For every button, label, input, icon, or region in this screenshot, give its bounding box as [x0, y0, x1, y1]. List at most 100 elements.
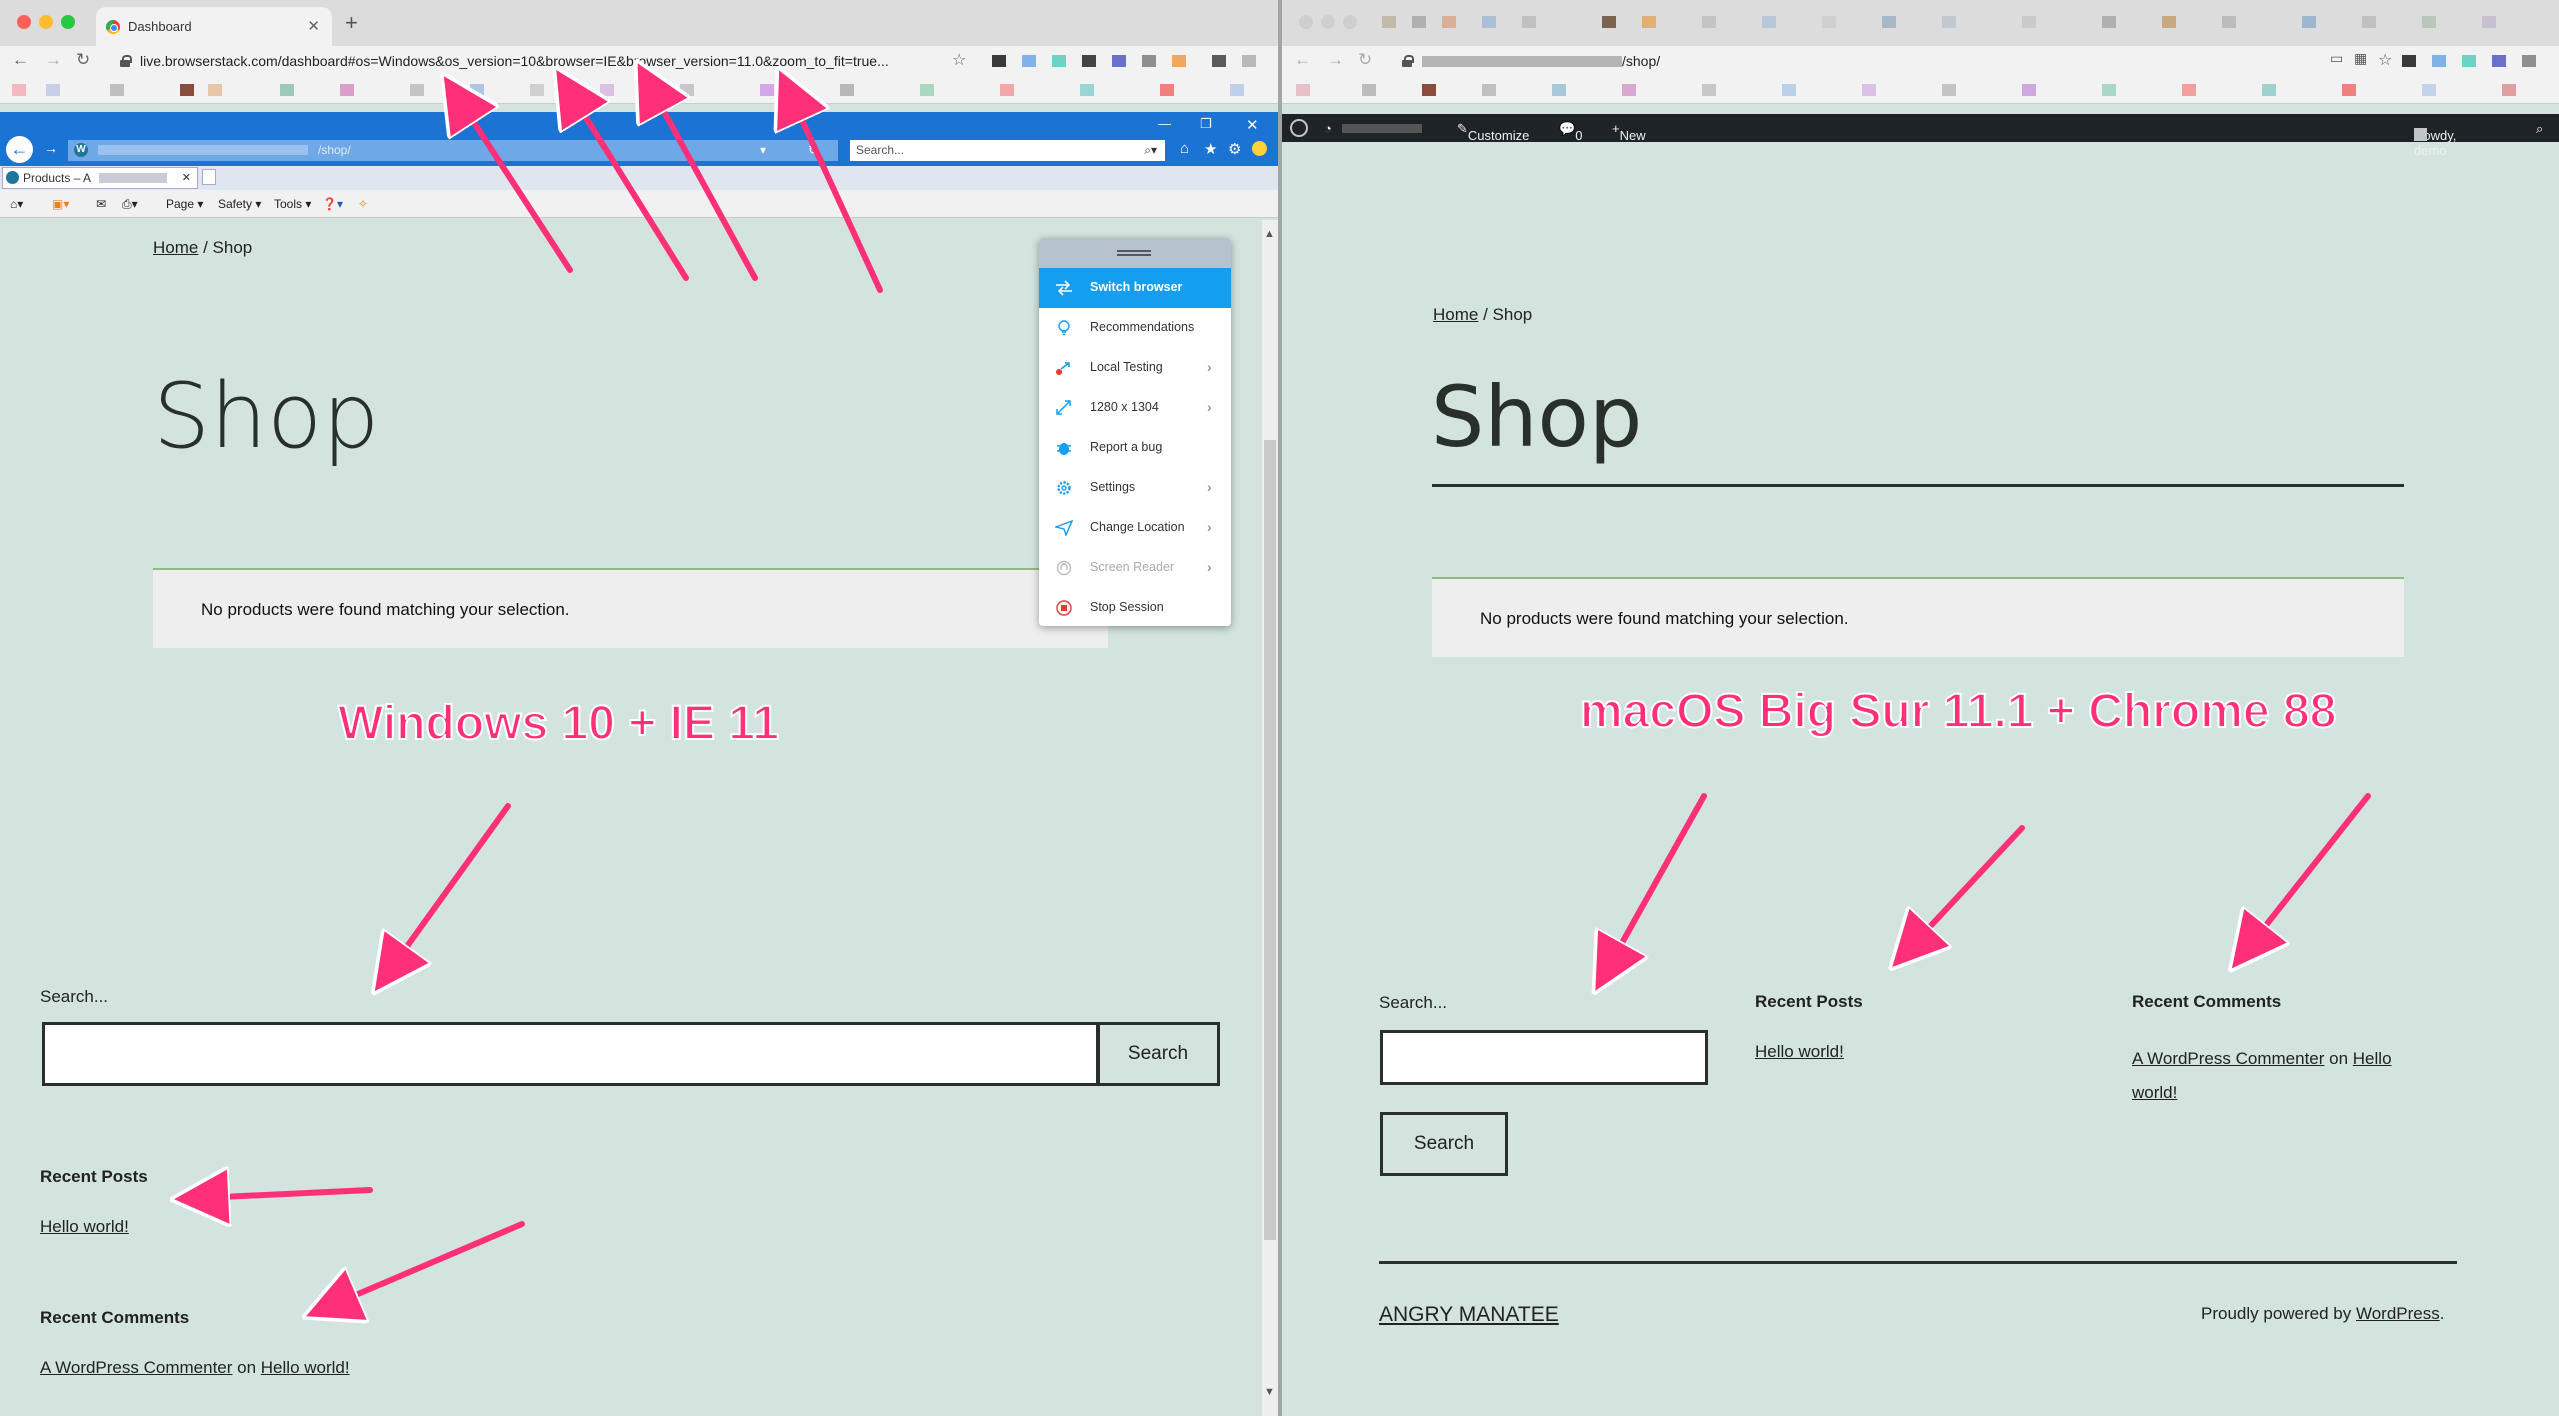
ie-restore-icon[interactable]: ❐	[1200, 116, 1212, 132]
forward-icon[interactable]: →	[45, 50, 62, 70]
address-bar-right[interactable]: /shop/	[1392, 48, 2512, 75]
menu-item-local-testing[interactable]: Local Testing ›	[1039, 348, 1231, 388]
comment-post-link-right-2[interactable]: world!	[2132, 1083, 2177, 1102]
customize-link[interactable]: ✎ Customize	[1457, 121, 1529, 143]
new-tab-button[interactable]: +	[345, 10, 358, 36]
ie-settings-gear-icon[interactable]: ⚙	[1228, 140, 1241, 158]
bookmark-star-icon[interactable]: ☆	[952, 50, 966, 70]
ie-forward-icon[interactable]: →	[44, 140, 58, 156]
page-title-right: Shop	[1431, 368, 1643, 466]
wordpress-link[interactable]: WordPress	[2356, 1304, 2440, 1323]
ie-close-tab-icon[interactable]: ✕	[182, 168, 191, 188]
stop-icon	[1055, 600, 1073, 616]
breadcrumb-home-link[interactable]: Home	[153, 238, 198, 257]
minimize-window-button-right[interactable]	[1321, 15, 1335, 29]
comment-post-link[interactable]: Hello world!	[261, 1358, 350, 1377]
menu-item-stop-session[interactable]: Stop Session	[1039, 588, 1231, 628]
comment-author-link-right[interactable]: A WordPress Commenter	[2132, 1049, 2324, 1068]
breadcrumb-right: Home / Shop	[1433, 305, 1533, 324]
ie-command-bar: ⌂▾ ▣▾ ✉ ⎙▾ Page ▾ Safety ▾ Tools ▾ ❓▾ ✧	[0, 190, 1278, 218]
chrome-favicon-icon	[106, 20, 120, 34]
forward-icon-right[interactable]: →	[1327, 50, 1344, 70]
reload-icon-right[interactable]: ↻	[1358, 50, 1372, 70]
menu-item-switch-browser[interactable]: Switch browser	[1039, 268, 1231, 308]
research-icon[interactable]: ✧	[358, 197, 368, 211]
close-window-button[interactable]	[17, 15, 31, 29]
ie-tab-products[interactable]: Products – A ✕	[2, 167, 198, 189]
maximize-window-button[interactable]	[61, 15, 75, 29]
menu-item-screen-reader[interactable]: Screen Reader ›	[1039, 548, 1231, 588]
ie-search-icon[interactable]: ⌕▾	[1144, 140, 1157, 161]
search-input[interactable]	[42, 1022, 1100, 1086]
menu-item-settings[interactable]: Settings ›	[1039, 468, 1231, 508]
dashboard-gauge-icon[interactable]: ◔	[1324, 121, 1332, 136]
ie-minimize-icon[interactable]: —	[1158, 116, 1171, 131]
back-icon[interactable]: ←	[12, 50, 29, 70]
ie-address-bar[interactable]: W /shop/ ▾ ↻	[68, 140, 838, 161]
recent-post-link-right[interactable]: Hello world!	[1755, 1042, 1844, 1061]
menu-item-report-bug[interactable]: Report a bug	[1039, 428, 1231, 468]
recent-post-item-right: Hello world!	[1755, 1042, 1844, 1062]
ie-smiley-icon[interactable]	[1252, 141, 1267, 156]
recent-post-link[interactable]: Hello world!	[40, 1217, 129, 1236]
new-content-link[interactable]: + New	[1612, 121, 1646, 143]
ie-favorites-star-icon[interactable]: ★	[1204, 140, 1217, 158]
ie-new-tab-icon[interactable]	[202, 169, 216, 185]
read-mail-icon[interactable]: ✉	[96, 197, 106, 211]
address-text: live.browserstack.com/dashboard#os=Windo…	[140, 53, 889, 69]
ie-tools-menu[interactable]: Tools ▾	[274, 197, 311, 211]
print-icon[interactable]: ⎙▾	[122, 197, 138, 212]
bookmark-star-icon-right[interactable]: ☆	[2378, 50, 2392, 70]
lock-icon	[120, 55, 132, 67]
left-browser-window: Dashboard ✕ + ← → ↻ live.browserstack.co…	[0, 0, 1278, 1416]
powered-by: Proudly powered by WordPress.	[2201, 1304, 2445, 1323]
ie-page-menu[interactable]: Page ▾	[166, 197, 203, 211]
comment-author-link[interactable]: A WordPress Commenter	[40, 1358, 232, 1377]
ie-close-icon[interactable]: ✕	[1246, 116, 1259, 134]
menu-item-change-location[interactable]: Change Location ›	[1039, 508, 1231, 548]
ie-search-box[interactable]: Search... ⌕▾	[850, 140, 1165, 161]
ie-back-button[interactable]: ←	[6, 136, 33, 163]
ie-tab-title: Products – A	[23, 171, 92, 185]
wordpress-logo-icon[interactable]	[1290, 119, 1308, 137]
minimize-window-button[interactable]	[39, 15, 53, 29]
ie-scroll-thumb[interactable]	[1264, 440, 1276, 1240]
comments-link[interactable]: 💬 0	[1559, 121, 1582, 143]
menu-item-recommendations[interactable]: Recommendations	[1039, 308, 1231, 348]
screen-reader-icon	[1055, 560, 1073, 576]
ie-home-icon[interactable]: ⌂	[1180, 140, 1189, 157]
breadcrumb-home-link-right[interactable]: Home	[1433, 305, 1478, 324]
cast-icon[interactable]: ▭	[2330, 50, 2343, 67]
reload-icon[interactable]: ↻	[76, 50, 90, 70]
address-bar[interactable]: live.browserstack.com/dashboard#os=Windo…	[110, 48, 980, 75]
rss-feed-icon[interactable]: ▣▾	[52, 197, 69, 211]
wordpress-tab-icon	[6, 171, 19, 184]
close-window-button-right[interactable]	[1299, 15, 1313, 29]
comment-post-link-right[interactable]: Hello	[2353, 1049, 2392, 1068]
search-button[interactable]: Search	[1096, 1022, 1220, 1086]
ie-safety-menu[interactable]: Safety ▾	[218, 197, 261, 211]
maximize-window-button-right[interactable]	[1343, 15, 1357, 29]
back-icon-right[interactable]: ←	[1294, 50, 1311, 70]
redacted-site-name[interactable]	[1342, 124, 1422, 133]
search-button-right[interactable]: Search	[1380, 1112, 1508, 1176]
close-tab-icon[interactable]: ✕	[307, 17, 320, 35]
site-title: ANGRY MANATEE	[1379, 1303, 1559, 1327]
admin-search-icon[interactable]: ⌕	[2536, 121, 2543, 137]
ie-home-cmd-icon[interactable]: ⌂▾	[10, 197, 23, 211]
ie-refresh-icon[interactable]: ↻	[808, 140, 818, 161]
scroll-down-icon[interactable]: ▼	[1264, 1386, 1275, 1398]
ie-dropdown-icon[interactable]: ▾	[760, 140, 766, 161]
site-title-link[interactable]: ANGRY MANATEE	[1379, 1303, 1559, 1326]
recent-comment-item-right: A WordPress Commenter on Hello world!	[2132, 1049, 2392, 1102]
search-input-right[interactable]	[1380, 1030, 1708, 1085]
title-separator	[1432, 484, 2404, 487]
redacted-domain	[1422, 56, 1622, 67]
tab-dashboard[interactable]: Dashboard ✕	[96, 7, 332, 46]
menu-item-resolution[interactable]: 1280 x 1304 ›	[1039, 388, 1231, 428]
help-icon[interactable]: ❓▾	[322, 197, 343, 211]
drag-handle[interactable]	[1039, 238, 1231, 268]
recent-posts-heading: Recent Posts	[40, 1167, 148, 1186]
qr-icon[interactable]: ▦	[2354, 50, 2367, 67]
scroll-up-icon[interactable]: ▲	[1264, 228, 1275, 240]
